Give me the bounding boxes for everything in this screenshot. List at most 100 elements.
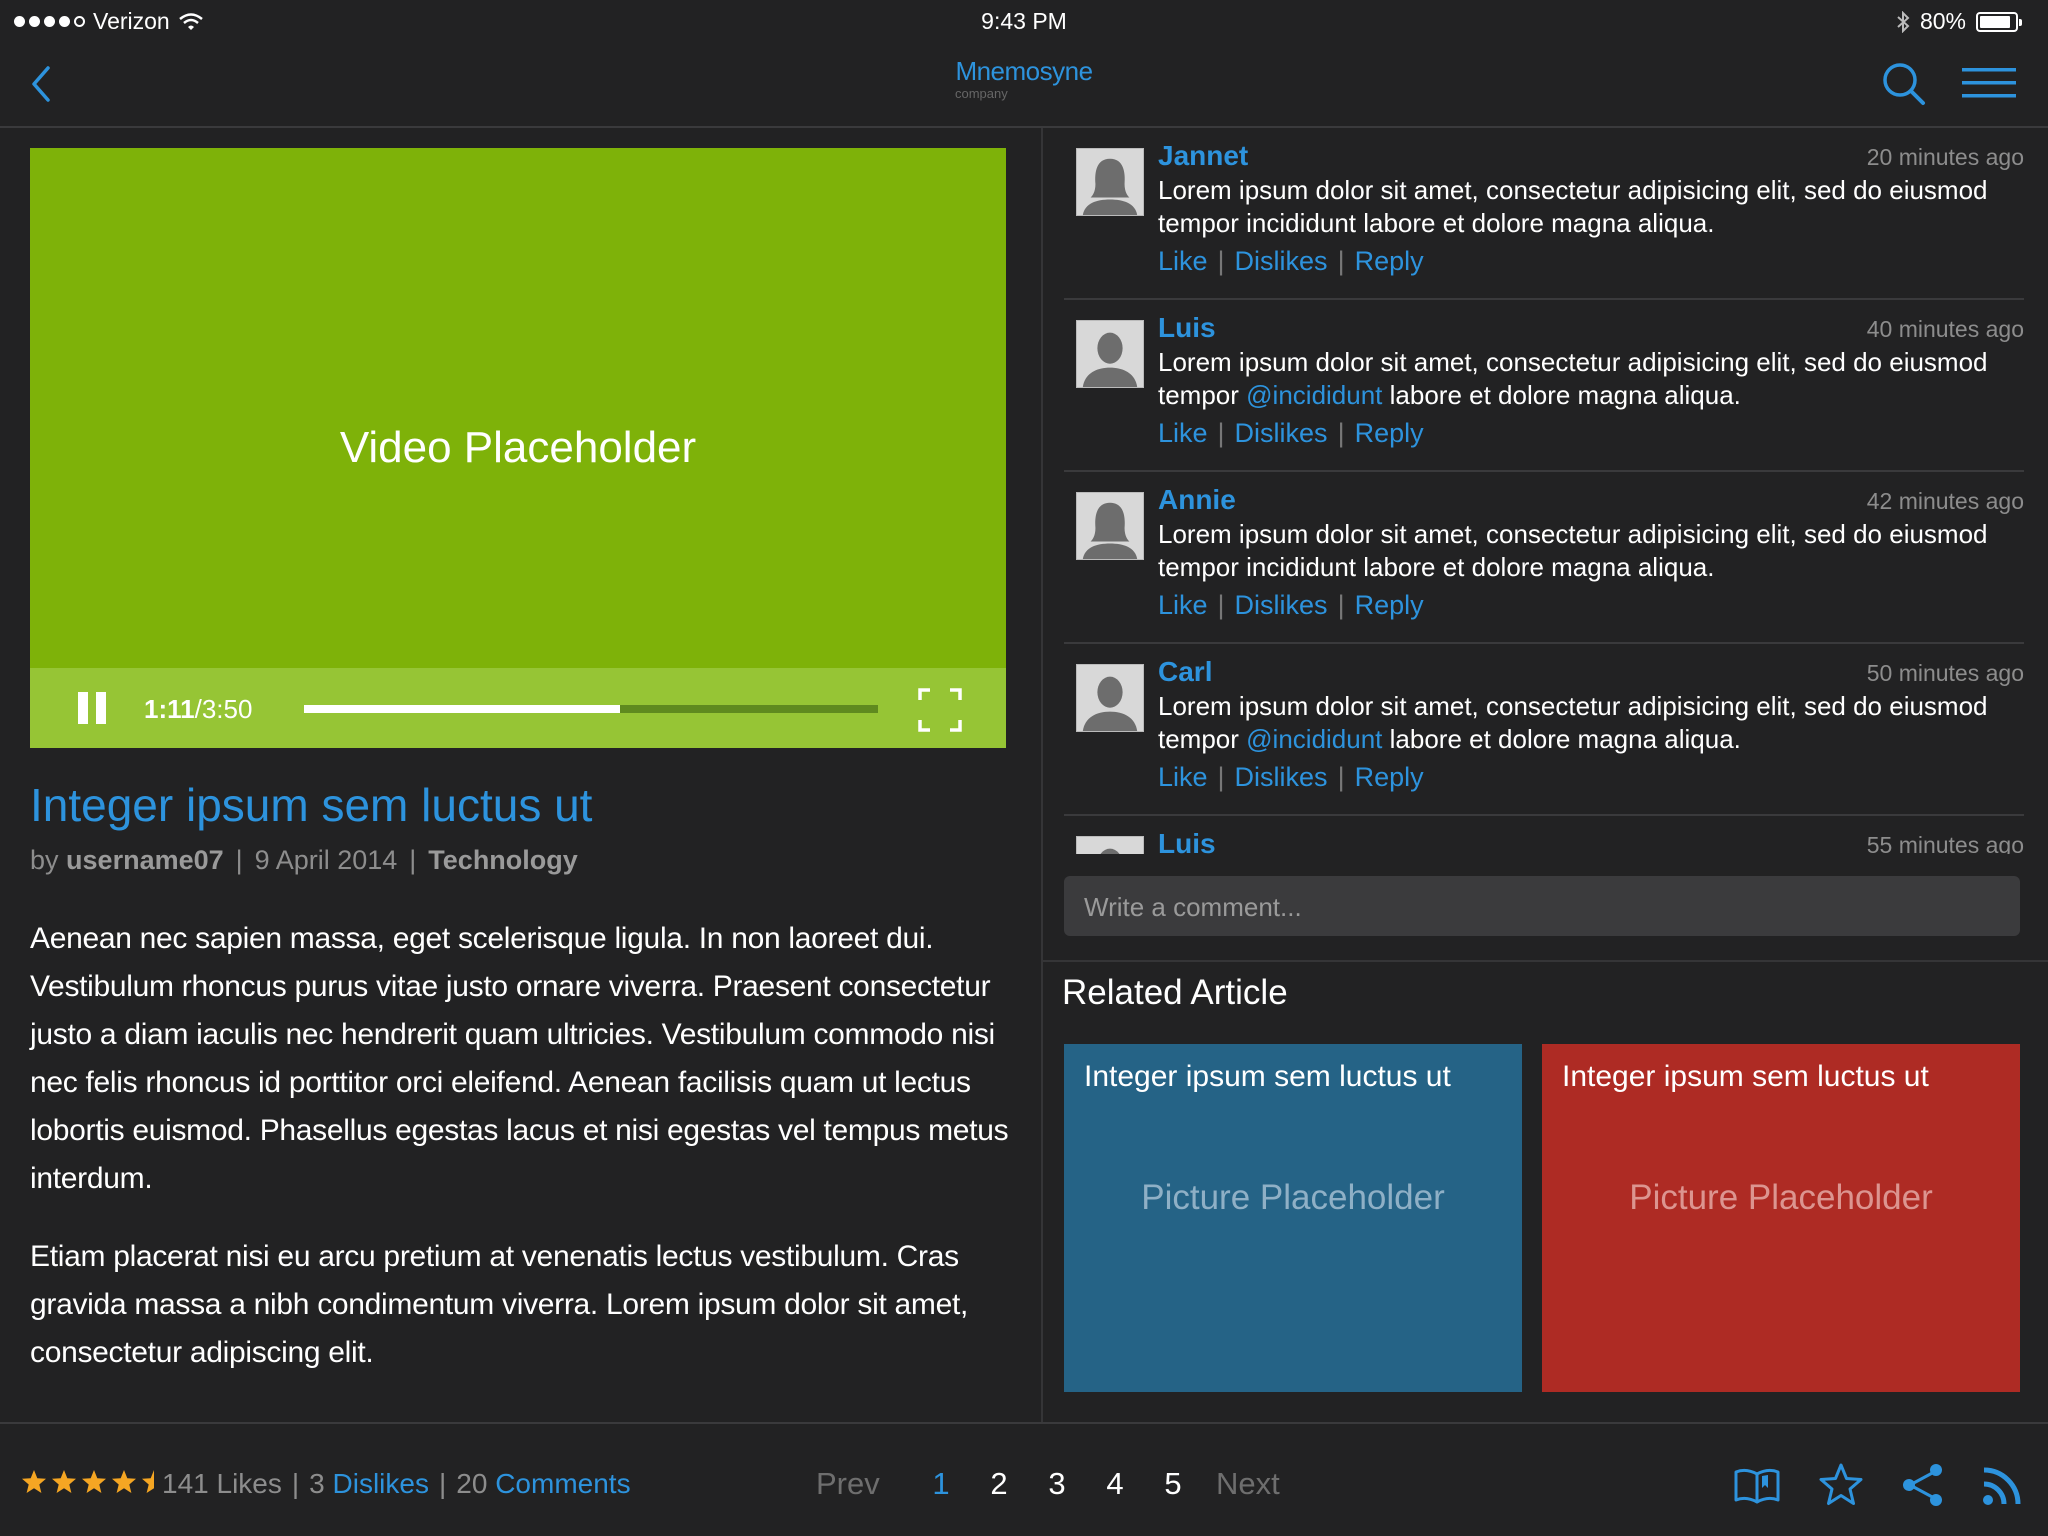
article-paragraph: Etiam placerat nisi eu arcu pretium at v… bbox=[30, 1240, 969, 1369]
star-rating-icon[interactable] bbox=[110, 1468, 138, 1496]
prev-button[interactable]: Prev bbox=[816, 1466, 912, 1502]
comments-list[interactable]: Jannet 20 minutes ago Lorem ipsum dolor si… bbox=[1064, 128, 2024, 854]
like-button[interactable]: Like bbox=[1158, 762, 1208, 792]
picture-placeholder: Picture Placeholder bbox=[1629, 1178, 1933, 1217]
video-player[interactable]: Video Placeholder 1:11/3:50 bbox=[30, 148, 1006, 748]
fullscreen-icon[interactable] bbox=[918, 688, 962, 732]
like-button[interactable]: Like bbox=[1158, 590, 1208, 620]
dislikes-button[interactable]: Dislikes bbox=[1235, 590, 1328, 620]
likes-count[interactable]: 141 Likes bbox=[162, 1468, 282, 1499]
reply-button[interactable]: Reply bbox=[1355, 762, 1424, 792]
comment-item: Carl 50 minutes ago Lorem ipsum dolor sit … bbox=[1064, 644, 2024, 816]
reply-button[interactable]: Reply bbox=[1355, 418, 1424, 448]
mention-link[interactable]: @incididunt bbox=[1246, 380, 1382, 410]
comment-author[interactable]: Carl bbox=[1158, 656, 1212, 688]
comment-time: 42 minutes ago bbox=[1866, 488, 2024, 514]
related-card[interactable]: Integer ipsum sem luctus ut Picture Plac… bbox=[1542, 1044, 2020, 1392]
page-2[interactable]: 2 bbox=[970, 1466, 1028, 1502]
page-4[interactable]: 4 bbox=[1086, 1466, 1144, 1502]
article-author[interactable]: username07 bbox=[66, 845, 224, 875]
article-date: 9 April 2014 bbox=[254, 845, 398, 875]
bluetooth-icon bbox=[1897, 10, 1910, 33]
rating-stars[interactable] bbox=[20, 1468, 168, 1496]
dislikes-link[interactable]: Dislikes bbox=[333, 1468, 429, 1499]
comment-item: Jannet 20 minutes ago Lorem ipsum dolor si… bbox=[1064, 128, 2024, 300]
comment-actions: Like | Dislikes | Reply bbox=[1158, 246, 1424, 276]
page-1[interactable]: 1 bbox=[912, 1466, 970, 1502]
like-button[interactable]: Like bbox=[1158, 246, 1208, 276]
pause-icon[interactable] bbox=[78, 692, 106, 724]
pagination: Prev 1 2 3 4 5 Next bbox=[816, 1466, 1280, 1502]
article-title: Integer ipsum sem luctus ut bbox=[30, 779, 593, 831]
logo-sub: company bbox=[955, 86, 1008, 101]
comment-author[interactable]: Annie bbox=[1158, 484, 1236, 516]
mention-link[interactable]: @incididunt bbox=[1246, 724, 1382, 754]
article-by: by bbox=[30, 845, 59, 875]
comment-time: 20 minutes ago bbox=[1866, 144, 2024, 170]
avatar[interactable] bbox=[1076, 492, 1144, 560]
status-bar: Verizon 9:43 PM 80% bbox=[0, 0, 2048, 44]
like-button[interactable]: Like bbox=[1158, 418, 1208, 448]
section-divider bbox=[1043, 960, 2048, 962]
reply-button[interactable]: Reply bbox=[1355, 590, 1424, 620]
star-rating-icon[interactable] bbox=[50, 1468, 78, 1496]
comment-text-part: Lorem ipsum dolor sit amet, consectetur … bbox=[1158, 175, 1988, 238]
star-icon[interactable] bbox=[1816, 1460, 1866, 1510]
video-elapsed: 1:11 bbox=[144, 694, 195, 724]
logo-name: Mnemosyne bbox=[955, 56, 1093, 86]
nav-bar: Mnemosyne company bbox=[0, 44, 2048, 128]
article-meta: by username07 | 9 April 2014 | Technology bbox=[30, 845, 578, 875]
video-placeholder: Video Placeholder bbox=[339, 423, 697, 472]
star-rating-icon[interactable] bbox=[80, 1468, 108, 1496]
comments-link[interactable]: Comments bbox=[495, 1468, 630, 1499]
comment-author[interactable]: Luis bbox=[1158, 312, 1216, 344]
comment-time: 55 minutes ago bbox=[1866, 832, 2024, 854]
related-card-title: Integer ipsum sem luctus ut bbox=[1562, 1060, 1929, 1093]
avatar[interactable] bbox=[1076, 320, 1144, 388]
next-button[interactable]: Next bbox=[1216, 1466, 1280, 1502]
page-3[interactable]: 3 bbox=[1028, 1466, 1086, 1502]
dislikes-button[interactable]: Dislikes bbox=[1235, 418, 1328, 448]
search-icon[interactable] bbox=[1880, 56, 1928, 112]
comment-input[interactable]: Write a comment... bbox=[1064, 876, 2020, 936]
comment-item: Luis 40 minutes ago Lorem ipsum dolor sit … bbox=[1064, 300, 2024, 472]
comment-text: Lorem ipsum dolor sit amet, consectetur … bbox=[1158, 518, 2018, 584]
comment-time: 50 minutes ago bbox=[1866, 660, 2024, 686]
related-card-title: Integer ipsum sem luctus ut bbox=[1084, 1060, 1451, 1093]
menu-icon[interactable] bbox=[1962, 58, 2016, 108]
video-progress-fill bbox=[304, 705, 620, 713]
comment-text-part: Lorem ipsum dolor sit amet, consectetur … bbox=[1158, 519, 1988, 582]
article-body: Aenean nec sapien massa, eget scelerisqu… bbox=[30, 915, 1020, 1407]
star-rating-icon[interactable] bbox=[20, 1468, 48, 1496]
comment-item: Annie 42 minutes ago Lorem ipsum dolor sit… bbox=[1064, 472, 2024, 644]
comment-text: Lorem ipsum dolor sit amet, consectetur … bbox=[1158, 690, 2018, 756]
comment-text: Lorem ipsum dolor sit amet, consectetur … bbox=[1158, 174, 2018, 240]
comment-text-part: labore et dolore magna aliqua. bbox=[1382, 380, 1741, 410]
comment-text: Lorem ipsum dolor sit amet, consectetur … bbox=[1158, 346, 2018, 412]
battery-icon bbox=[1976, 11, 2022, 32]
battery-percent: 80% bbox=[1919, 8, 1966, 34]
dislikes-count: 3 bbox=[309, 1468, 325, 1499]
avatar[interactable] bbox=[1076, 836, 1144, 854]
rss-icon[interactable] bbox=[1978, 1460, 2028, 1510]
status-right: 80% bbox=[1896, 8, 2022, 35]
comment-author[interactable]: Luis bbox=[1158, 828, 1216, 854]
avatar[interactable] bbox=[1076, 664, 1144, 732]
article-stats: 141 Likes | 3 Dislikes | 20 Comments bbox=[162, 1468, 631, 1499]
avatar[interactable] bbox=[1076, 148, 1144, 216]
reply-button[interactable]: Reply bbox=[1355, 246, 1424, 276]
share-icon[interactable] bbox=[1898, 1460, 1948, 1510]
comments-count: 20 bbox=[456, 1468, 488, 1499]
book-icon[interactable] bbox=[1732, 1460, 1782, 1510]
video-progress-bar[interactable] bbox=[304, 705, 878, 713]
comment-author[interactable]: Jannet bbox=[1158, 140, 1248, 172]
dislikes-button[interactable]: Dislikes bbox=[1235, 762, 1328, 792]
related-card[interactable]: Integer ipsum sem luctus ut Picture Plac… bbox=[1064, 1044, 1522, 1392]
page-5[interactable]: 5 bbox=[1144, 1466, 1202, 1502]
dislikes-button[interactable]: Dislikes bbox=[1235, 246, 1328, 276]
status-time: 9:43 PM bbox=[981, 8, 1067, 34]
bottom-bar: 141 Likes | 3 Dislikes | 20 Comments Prev 1 … bbox=[0, 1422, 2048, 1536]
article-category[interactable]: Technology bbox=[428, 845, 578, 875]
comment-text-part: labore et dolore magna aliqua. bbox=[1382, 724, 1741, 754]
video-time: 1:11/3:50 bbox=[144, 694, 252, 725]
